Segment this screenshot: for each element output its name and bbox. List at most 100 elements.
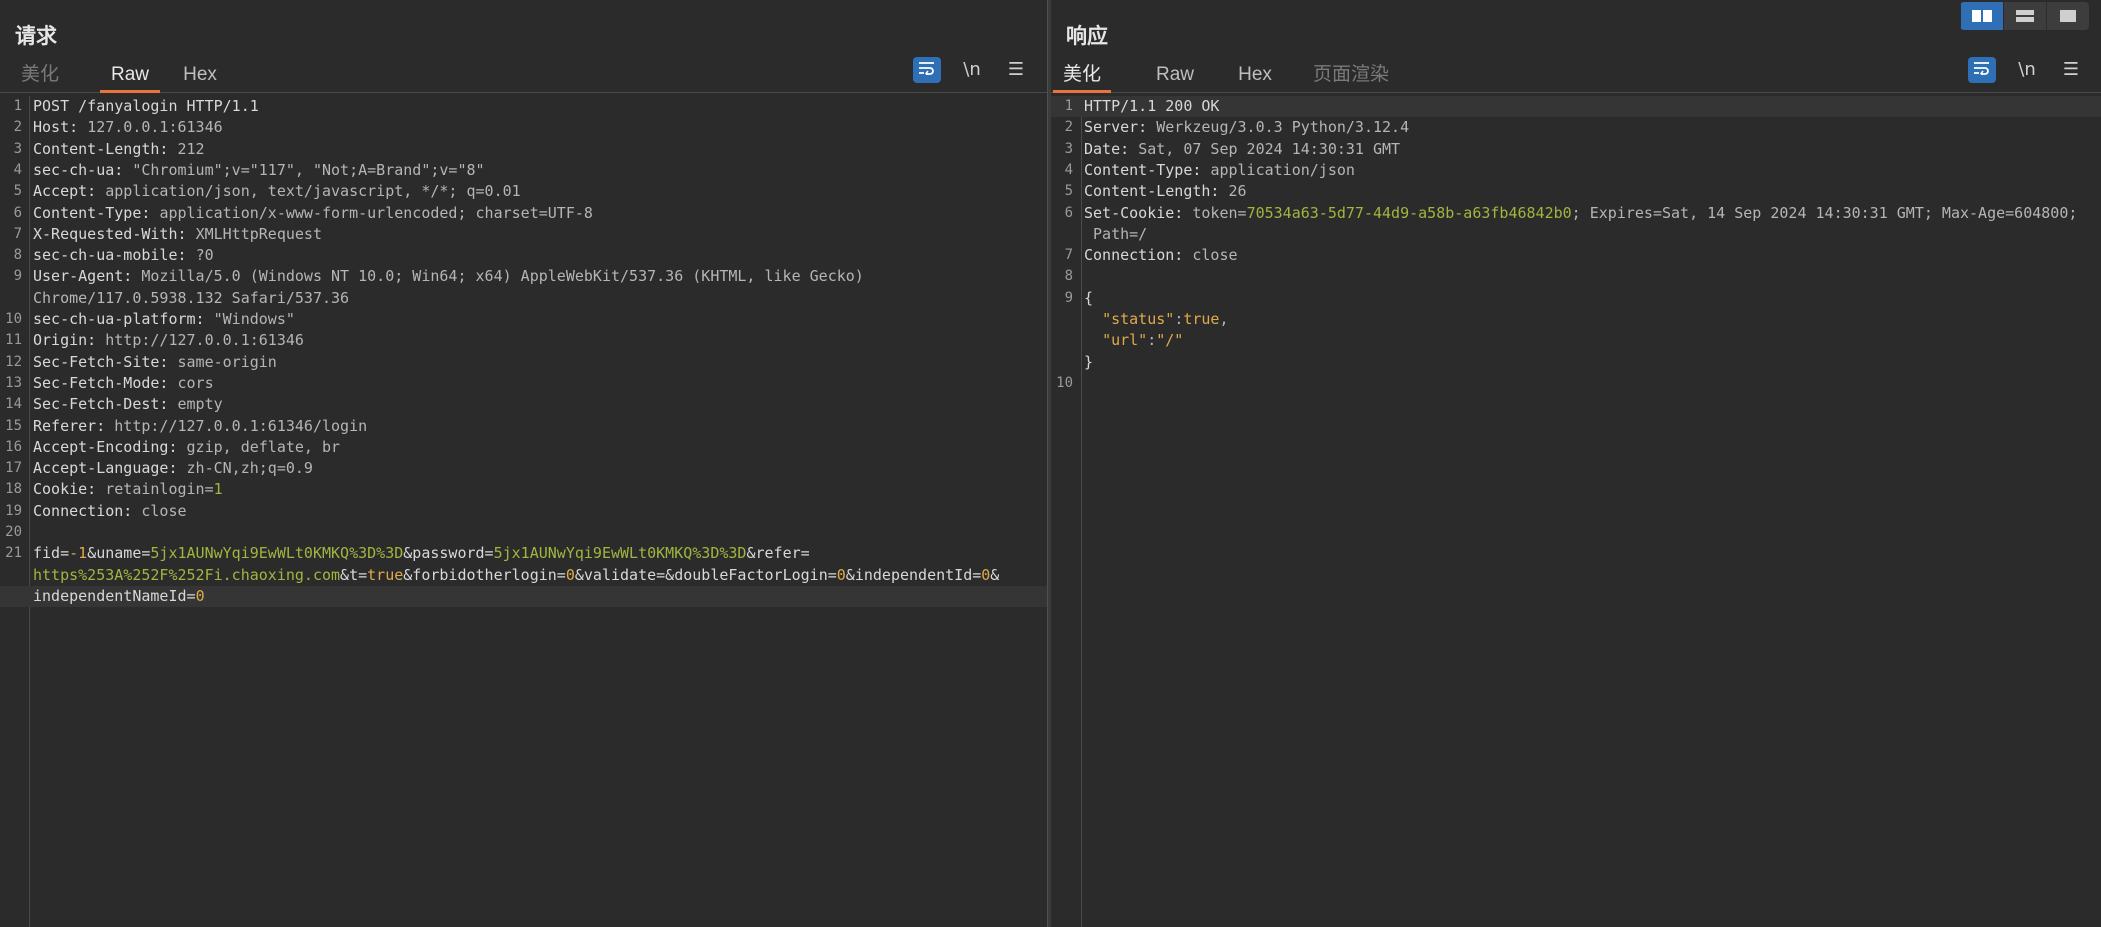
response-line: } xyxy=(1051,352,2101,373)
request-line: 2 Host: 127.0.0.1:61346 xyxy=(0,117,1047,138)
split-vertical-icon[interactable] xyxy=(2003,2,2046,30)
line-number: 13 xyxy=(5,374,22,391)
line-text: https%253A%252F%252Fi.chaoxing.com&t=tru… xyxy=(33,565,1041,586)
line-text: Content-Type: application/json xyxy=(1084,160,2095,181)
menu-icon[interactable]: ☰ xyxy=(1002,57,1030,83)
line-number: 21 xyxy=(5,545,22,562)
header-name: sec-ch-ua-platform: xyxy=(33,310,214,328)
line-text: Sec-Fetch-Dest: empty xyxy=(33,394,1041,415)
line-text: sec-ch-ua-platform: "Windows" xyxy=(33,309,1041,330)
split-horizontal-icon[interactable] xyxy=(1960,2,2003,30)
line-text: User-Agent: Mozilla/5.0 (Windows NT 10.0… xyxy=(33,266,1041,287)
response-line: 9{ xyxy=(1051,288,2101,309)
tab-hex[interactable]: Hex xyxy=(178,62,222,90)
tab-pretty[interactable]: 美化 xyxy=(1053,62,1111,93)
newline-toggle[interactable]: \n xyxy=(2013,57,2041,83)
line-text: Connection: close xyxy=(33,501,1041,522)
line-text: Path=/ xyxy=(1084,224,2095,245)
line-text: Set-Cookie: token=70534a63-5d77-44d9-a58… xyxy=(1084,203,2095,224)
menu-icon[interactable]: ☰ xyxy=(2057,57,2085,83)
wrap-icon[interactable] xyxy=(1968,57,1996,83)
tab-raw[interactable]: Raw xyxy=(1153,62,1197,90)
line-text: Host: 127.0.0.1:61346 xyxy=(33,117,1041,138)
request-line: 3 Content-Length: 212 xyxy=(0,139,1047,160)
header-value: cors xyxy=(177,373,214,392)
response-line: 8 xyxy=(1051,266,2101,287)
line-text: Connection: close xyxy=(1084,245,2095,266)
response-line: 3 Date: Sat, 07 Sep 2024 14:30:31 GMT xyxy=(1051,139,2101,160)
wrap-icon[interactable] xyxy=(913,57,941,83)
param-value: ; Expires=Sat, 14 Sep 2024 14:30:31 GMT;… xyxy=(1571,203,2078,222)
header-name: X-Requested-With: xyxy=(33,224,196,243)
response-line: 4 Content-Type: application/json xyxy=(1051,160,2101,181)
param-name: &validate=&doubleFactorLogin= xyxy=(574,565,837,584)
param-name: & xyxy=(990,565,1000,584)
line-number: 6 xyxy=(1064,204,1073,221)
header-name: Sec-Fetch-Site: xyxy=(33,352,178,371)
param-value: https%253A%252F%252Fi.chaoxing.com xyxy=(33,565,341,584)
header-name: Sec-Fetch-Mode: xyxy=(33,373,178,392)
param-value: "/" xyxy=(1156,331,1184,350)
line-number: 18 xyxy=(5,481,22,498)
param-value: -1 xyxy=(69,544,88,563)
header-value: XMLHttpRequest xyxy=(195,224,322,243)
line-text: Origin: http://127.0.0.1:61346 xyxy=(33,330,1041,351)
line-text: Cookie: retainlogin=1 xyxy=(33,479,1041,500)
header-value: "Windows" xyxy=(213,310,295,328)
header-name: Content-Type: xyxy=(33,203,160,222)
line-text: Accept-Encoding: gzip, deflate, br xyxy=(33,437,1041,458)
line-number: 9 xyxy=(13,268,22,285)
line-number: 16 xyxy=(5,438,22,455)
request-line: 21 fid=-1&uname=5jx1AUNwYqi9EwWLt0KMKQ%3D… xyxy=(0,543,1047,564)
header-value: Path=/ xyxy=(1084,224,1148,243)
param-value: 0 xyxy=(836,565,846,584)
header-name: User-Agent: xyxy=(33,267,142,286)
response-editor[interactable]: 1 HTTP/1.1 200 OK 2 Server: Werkzeug/3.0.3 … xyxy=(1051,96,2101,927)
request-line: 8 sec-ch-ua-mobile: ?0 xyxy=(0,245,1047,266)
line-number: 1 xyxy=(1064,98,1073,114)
response-line: 5 Content-Length: 26 xyxy=(1051,181,2101,202)
line-text: HTTP/1.1 200 OK xyxy=(1084,96,2095,117)
header-name: Cookie: xyxy=(33,480,106,499)
line-text: X-Requested-With: XMLHttpRequest xyxy=(33,224,1041,245)
line-text: sec-ch-ua-mobile: ?0 xyxy=(33,245,1041,266)
tab-pretty[interactable]: 美化 xyxy=(18,62,62,90)
request-line: 6 Content-Type: application/x-www-form-ur… xyxy=(0,203,1047,224)
request-editor[interactable]: 1 POST /fanyalogin HTTP/1.1 2 Host: 127.0.0… xyxy=(0,96,1047,927)
param-name: &password= xyxy=(403,544,494,563)
response-line: Path=/ xyxy=(1051,224,2101,245)
tab-hex[interactable]: Hex xyxy=(1233,62,1277,90)
param-value: : xyxy=(1174,310,1184,328)
line-number: 3 xyxy=(1064,140,1073,157)
line-number: 9 xyxy=(1064,289,1073,306)
header-name: Sec-Fetch-Dest: xyxy=(33,395,178,414)
line-text: Server: Werkzeug/3.0.3 Python/3.12.4 xyxy=(1084,117,2095,138)
tab-render[interactable]: 页面渲染 xyxy=(1313,62,1389,90)
line-text: Date: Sat, 07 Sep 2024 14:30:31 GMT xyxy=(1084,139,2095,160)
request-line: 15 Referer: http://127.0.0.1:61346/login xyxy=(0,416,1047,437)
header-name: Accept-Language: xyxy=(33,459,187,478)
param-value: , xyxy=(1219,310,1229,328)
header-value: 26 xyxy=(1228,182,1247,201)
param-name: &forbidotherlogin= xyxy=(403,565,566,584)
tab-raw[interactable]: Raw xyxy=(100,62,160,93)
line-text: Content-Type: application/x-www-form-url… xyxy=(33,203,1041,224)
header-name: Host: xyxy=(33,118,88,137)
response-title: 响应 xyxy=(1066,24,1108,48)
header-value: close xyxy=(1192,246,1238,265)
header-name: } xyxy=(1084,352,1094,371)
request-line: 19 Connection: close xyxy=(0,501,1047,522)
line-number: 15 xyxy=(5,417,22,434)
single-pane-icon[interactable] xyxy=(2046,2,2089,30)
header-name: HTTP/1.1 200 OK xyxy=(1084,97,1220,115)
header-name: Accept: xyxy=(33,182,106,201)
header-value: Chrome/117.0.5938.132 Safari/537.36 xyxy=(33,288,350,307)
header-value: Mozilla/5.0 (Windows NT 10.0; Win64; x64… xyxy=(141,267,864,286)
request-pane: 请求 美化 Raw Hex \n ☰ 1 POST /fanyalogin HTT… xyxy=(0,0,1047,927)
newline-toggle[interactable]: \n xyxy=(958,57,986,83)
request-line: 12 Sec-Fetch-Site: same-origin xyxy=(0,352,1047,373)
line-number: 17 xyxy=(5,460,22,477)
line-number: 12 xyxy=(5,353,22,370)
param-name: &independentId= xyxy=(845,565,982,584)
line-text: Accept-Language: zh-CN,zh;q=0.9 xyxy=(33,458,1041,479)
